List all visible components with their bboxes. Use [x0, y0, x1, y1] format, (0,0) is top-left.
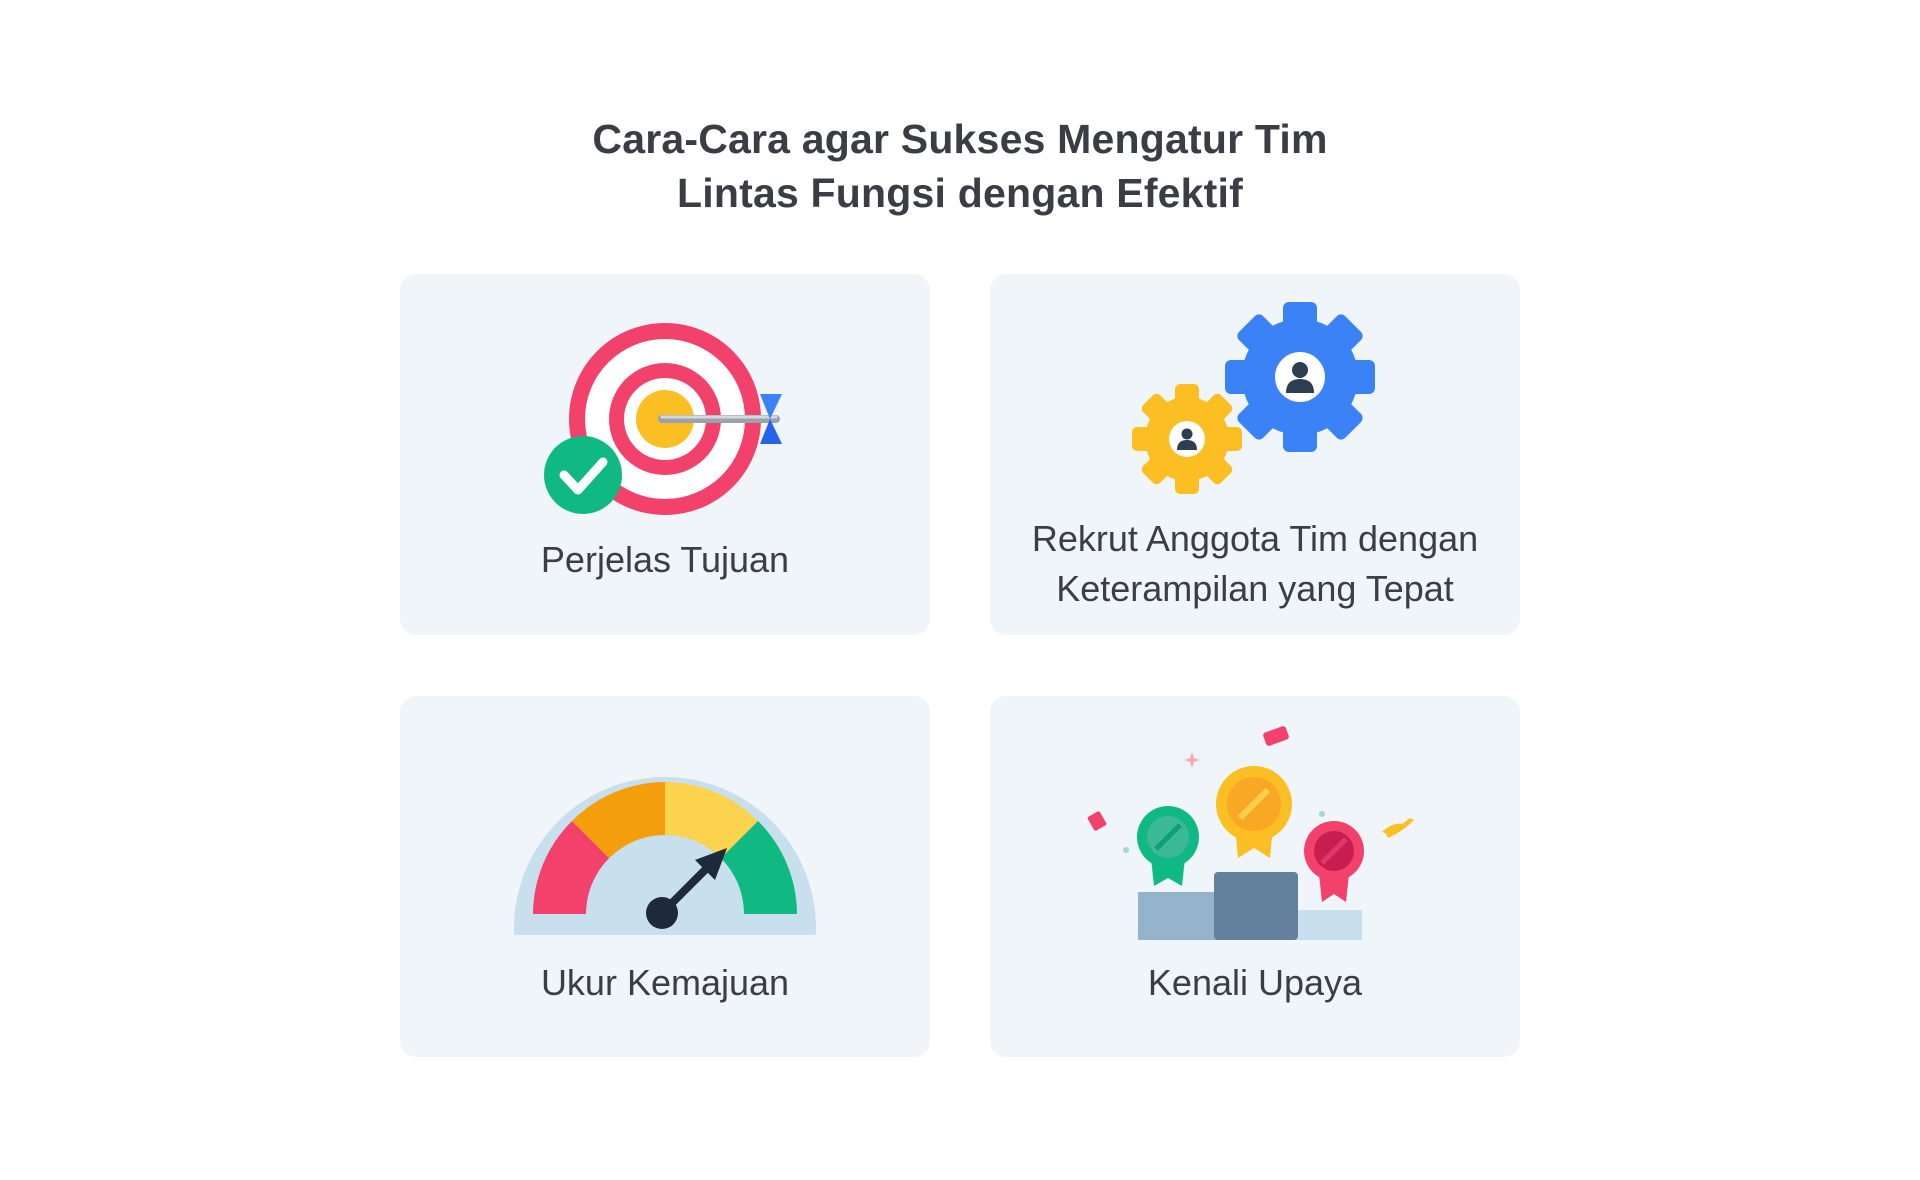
card-label: Rekrut Anggota Tim dengan Keterampilan y… [990, 514, 1520, 614]
card-label-line: Rekrut Anggota Tim dengan [1031, 518, 1479, 559]
card-ukur-kemajuan: Ukur Kemajuan [400, 696, 930, 1057]
card-label: Kenali Upaya [990, 958, 1520, 1008]
card-label: Ukur Kemajuan [400, 958, 930, 1008]
title-line-1: Cara-Cara agar Sukses Mengatur Tim [592, 116, 1328, 162]
card-label-line: Kenali Upaya [1147, 962, 1363, 1003]
card-label-line: Keterampilan yang Tepat [1056, 568, 1454, 609]
card-label-line: Ukur Kemajuan [540, 962, 790, 1003]
title-line-2: Lintas Fungsi dengan Efektif [677, 170, 1243, 216]
card-label-line: Perjelas Tujuan [540, 539, 790, 580]
card-rekrut-anggota-tim: Rekrut Anggota Tim dengan Keterampilan y… [990, 274, 1520, 635]
card-perjelas-tujuan: Perjelas Tujuan [400, 274, 930, 635]
card-label: Perjelas Tujuan [400, 535, 930, 585]
page-title: Cara-Cara agar Sukses Mengatur Tim Linta… [0, 112, 1920, 220]
card-kenali-upaya: Kenali Upaya [990, 696, 1520, 1057]
